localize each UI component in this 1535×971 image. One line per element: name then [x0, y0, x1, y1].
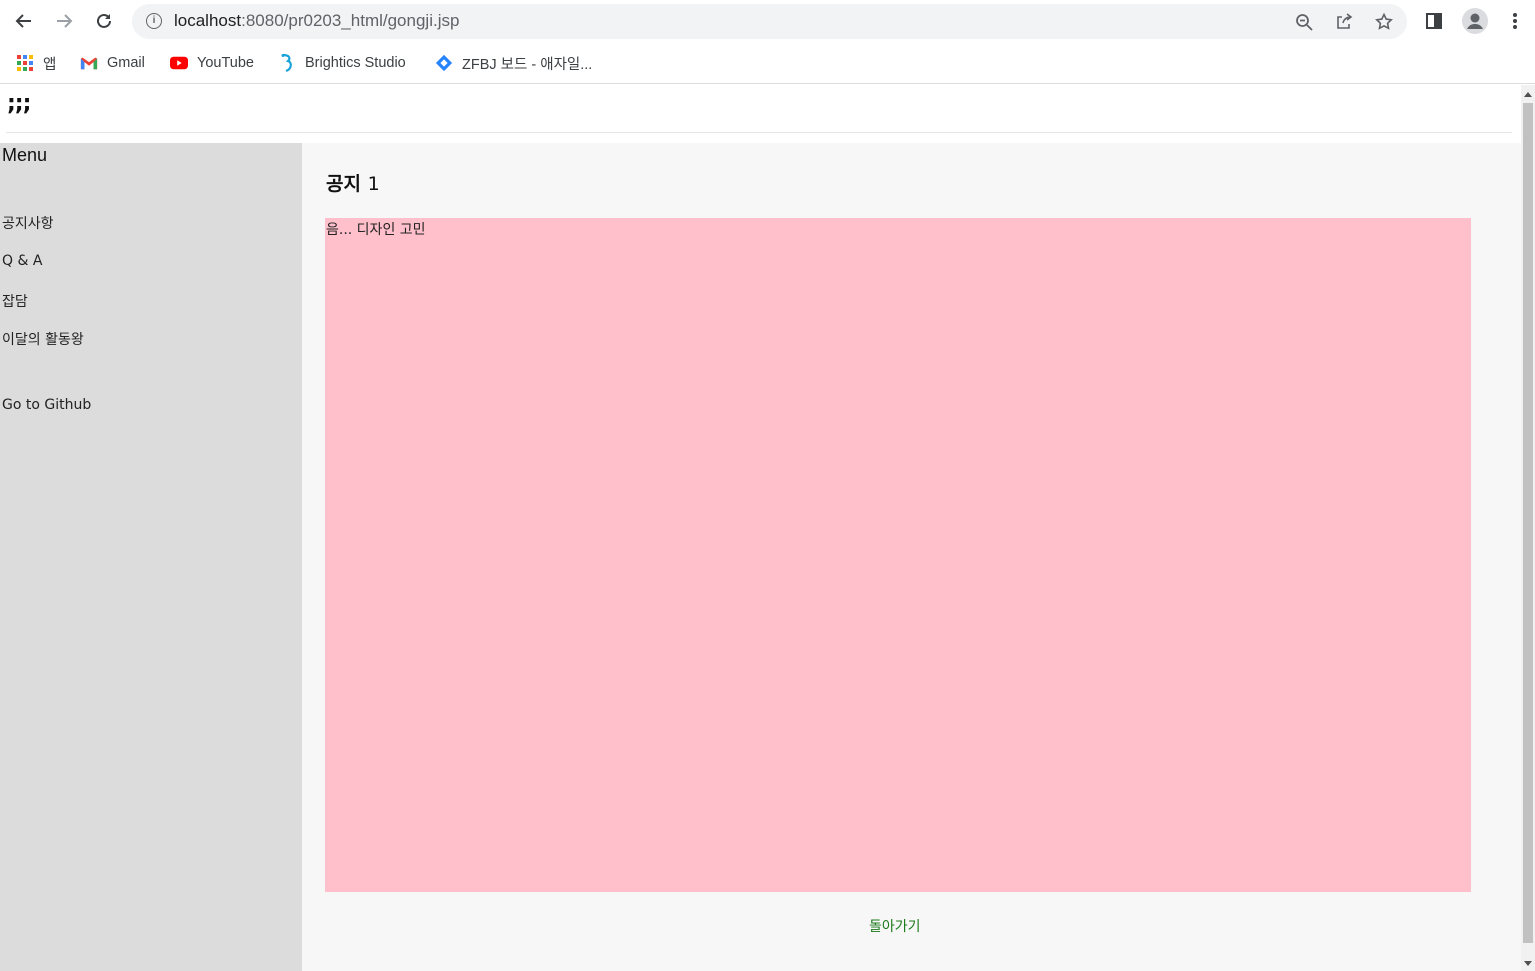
star-icon[interactable] — [1373, 11, 1395, 33]
sidebar: Menu 공지사항 Q & A 잡담 이달의 활동왕 Go to Github — [0, 143, 302, 971]
bookmark-label: 앱 — [43, 56, 57, 73]
sidebar-item-github[interactable]: Go to Github — [2, 397, 91, 413]
header-divider — [6, 132, 1512, 133]
jira-icon — [435, 54, 453, 72]
brightics-icon — [278, 53, 296, 73]
bookmark-label: Brightics Studio — [305, 55, 406, 71]
bookmark-youtube[interactable]: YouTube — [170, 52, 254, 74]
site-logo[interactable]: ;;; — [7, 91, 31, 116]
forward-arrow-icon[interactable] — [51, 8, 77, 34]
sidebar-item-qna[interactable]: Q & A — [2, 253, 42, 269]
page-viewport: ;;; Menu 공지사항 Q & A 잡담 이달의 활동왕 Go to Git… — [0, 85, 1521, 971]
main-content: 공지 1 음... 디자인 고민 돌아가기 — [302, 143, 1521, 971]
zoom-icon[interactable] — [1293, 11, 1315, 33]
back-link[interactable]: 돌아가기 — [869, 916, 921, 936]
bookmark-gmail[interactable]: Gmail — [80, 52, 145, 74]
scroll-down-arrow-icon[interactable] — [1524, 961, 1532, 966]
scroll-up-arrow-icon[interactable] — [1524, 92, 1532, 97]
back-arrow-icon[interactable] — [11, 8, 37, 34]
post-title: 공지 1 — [326, 169, 380, 196]
gmail-icon — [80, 54, 98, 72]
post-title-prefix: 공지 — [326, 173, 361, 195]
address-bar[interactable]: i localhost:8080/pr0203_html/gongji.jsp — [132, 4, 1407, 39]
bookmark-label: Gmail — [107, 55, 145, 71]
post-title-number: 1 — [367, 173, 380, 195]
share-icon[interactable] — [1333, 11, 1355, 33]
url-path: :8080/pr0203_html/gongji.jsp — [241, 11, 460, 30]
site-info-icon[interactable]: i — [146, 13, 162, 29]
sidebar-item-chat[interactable]: 잡담 — [2, 291, 28, 311]
sidebar-title: Menu — [2, 145, 48, 165]
youtube-icon — [170, 54, 188, 72]
bookmark-label: YouTube — [197, 55, 254, 71]
browser-toolbar: i localhost:8080/pr0203_html/gongji.jsp — [0, 0, 1535, 42]
profile-avatar-icon[interactable] — [1462, 8, 1488, 34]
scroll-thumb[interactable] — [1523, 103, 1533, 943]
reload-icon[interactable] — [91, 8, 117, 34]
sidebar-item-monthly-top[interactable]: 이달의 활동왕 — [2, 329, 84, 349]
sidebar-item-notice[interactable]: 공지사항 — [2, 213, 54, 233]
bookmark-jira[interactable]: ZFBJ 보드 - 애자일... — [435, 52, 592, 74]
bookmark-apps[interactable]: 앱 — [16, 52, 56, 74]
post-body: 음... 디자인 고민 — [325, 218, 1471, 892]
post-content-text: 음... 디자인 고민 — [326, 222, 426, 238]
vertical-scrollbar[interactable] — [1521, 85, 1535, 971]
bookmark-brightics[interactable]: Brightics Studio — [278, 52, 406, 74]
url-host: localhost — [174, 11, 242, 30]
url-text[interactable]: localhost:8080/pr0203_html/gongji.jsp — [174, 11, 459, 31]
kebab-menu-icon[interactable] — [1502, 8, 1528, 34]
side-panel-icon[interactable] — [1421, 8, 1447, 34]
bookmarks-bar: 앱 Gmail YouTube Brightics Studio ZFBJ 보드… — [0, 42, 1535, 84]
bookmark-label: ZFBJ 보드 - 애자일... — [462, 56, 593, 73]
apps-grid-icon — [16, 54, 34, 72]
